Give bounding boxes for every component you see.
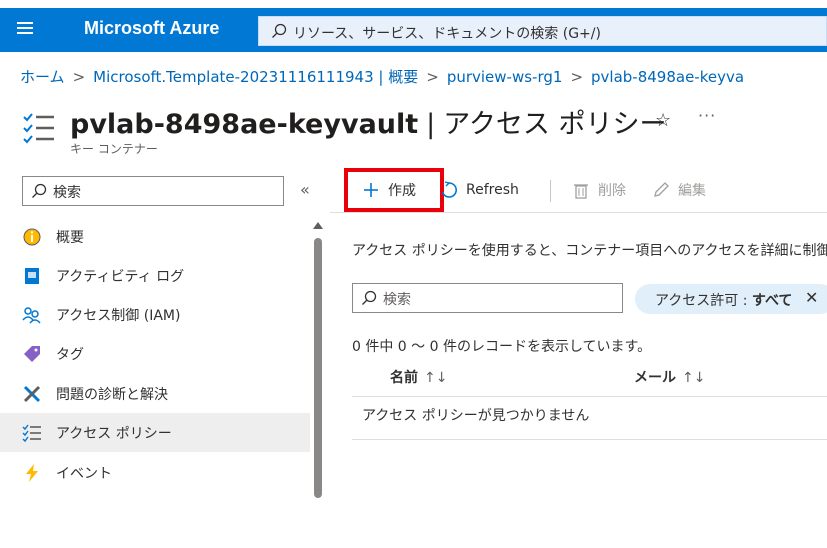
create-label: 作成	[388, 183, 416, 199]
sidebar-item-access-policies[interactable]: アクセス ポリシー	[0, 413, 310, 452]
page-name: アクセス ポリシー	[443, 109, 667, 140]
plus-icon	[364, 183, 378, 197]
sort-icon: ↑↓	[682, 370, 706, 386]
chevron-right-icon: >	[570, 68, 584, 86]
permission-filter-pill[interactable]: アクセス許可 : すべて ✕	[635, 284, 827, 314]
sidebar-item-iam[interactable]: アクセス制御 (IAM)	[0, 295, 310, 334]
edit-button[interactable]: 編集	[652, 168, 706, 212]
search-icon	[32, 183, 47, 198]
activity-log-icon	[25, 268, 39, 284]
global-search-input[interactable]: リソース、サービス、ドキュメントの検索 (G+/)	[258, 16, 827, 46]
sidebar-item-tags[interactable]: タグ	[0, 334, 310, 373]
refresh-button[interactable]: Refresh	[440, 168, 519, 212]
top-bar: Microsoft Azure リソース、サービス、ドキュメントの検索 (G+/…	[0, 0, 827, 52]
breadcrumb-resource-group[interactable]: purview-ws-rg1	[447, 68, 563, 86]
hamburger-icon[interactable]	[14, 19, 36, 41]
ellipsis-icon[interactable]: ···	[698, 106, 716, 125]
breadcrumb-deployment[interactable]: Microsoft.Template-20231116111943 | 概要	[93, 68, 418, 86]
sidebar-scrollbar[interactable]	[314, 238, 322, 498]
resource-name: pvlab-8498ae-keyvault	[70, 109, 419, 140]
sidebar-search-placeholder: 検索	[53, 185, 81, 201]
delete-button[interactable]: 削除	[572, 168, 626, 212]
brand-title[interactable]: Microsoft Azure	[84, 18, 219, 39]
sidebar-item-label: アクセス ポリシー	[56, 426, 172, 442]
column-header-name[interactable]: 名前 ↑↓	[390, 367, 447, 387]
delete-label: 削除	[598, 183, 626, 199]
filter-pill-value: すべて	[751, 293, 793, 309]
search-icon	[272, 23, 287, 38]
diagnose-icon	[23, 385, 41, 403]
breadcrumb: ホーム > Microsoft.Template-20231116111943 | …	[20, 66, 744, 87]
breadcrumb-keyvault[interactable]: pvlab-8498ae-keyva	[591, 68, 744, 86]
close-icon[interactable]: ✕	[805, 288, 818, 307]
star-icon[interactable]: ☆	[655, 110, 671, 131]
azure-header: Microsoft Azure リソース、サービス、ドキュメントの検索 (G+/…	[0, 8, 827, 52]
chevron-right-icon: >	[72, 68, 86, 86]
command-separator	[550, 180, 551, 202]
record-count: 0 件中 0 ～ 0 件のレコードを表示しています。	[352, 339, 652, 355]
title-separator: |	[426, 109, 436, 140]
sidebar-item-diagnose[interactable]: 問題の診断と解決	[0, 374, 310, 413]
create-button[interactable]: 作成	[344, 168, 444, 212]
sidebar-item-label: 問題の診断と解決	[56, 387, 168, 403]
tag-icon	[24, 346, 40, 362]
page-title: pvlab-8498ae-keyvault | アクセス ポリシー	[70, 102, 667, 141]
filter-pill-label: アクセス許可 :	[655, 293, 752, 309]
empty-message: アクセス ポリシーが見つかりません	[362, 408, 590, 424]
command-bar: 作成 Refresh 削除 編集	[340, 168, 827, 212]
column-header-label: メール	[634, 370, 676, 386]
sidebar-item-label: タグ	[56, 347, 84, 363]
lightning-icon	[26, 464, 38, 482]
scroll-up-arrow[interactable]	[313, 222, 323, 229]
table-header-divider	[352, 396, 827, 397]
description-text: アクセス ポリシーを使用すると、コンテナー項目へのアクセスを詳細に制御でき	[352, 243, 827, 259]
filter-pill-text: アクセス許可 : すべて	[655, 290, 792, 310]
resource-type: キー コンテナー	[70, 142, 158, 156]
sidebar-item-overview[interactable]: 概要	[0, 217, 310, 256]
overview-icon	[23, 228, 41, 246]
trash-icon	[574, 184, 588, 199]
sort-icon: ↑↓	[424, 370, 448, 386]
column-header-email[interactable]: メール ↑↓	[634, 367, 705, 387]
global-search-placeholder: リソース、サービス、ドキュメントの検索 (G+/)	[293, 26, 601, 42]
sidebar-item-label: 概要	[56, 230, 84, 246]
command-bar-divider	[330, 212, 827, 213]
iam-icon	[22, 307, 41, 324]
collapse-sidebar-icon[interactable]: «	[300, 180, 310, 199]
sidebar-item-label: アクセス制御 (IAM)	[56, 308, 181, 324]
sidebar-item-label: アクティビティ ログ	[56, 269, 185, 285]
sidebar-search-input[interactable]: 検索	[22, 176, 284, 206]
column-header-label: 名前	[390, 370, 418, 386]
search-icon	[362, 290, 377, 305]
policy-search-placeholder: 検索	[383, 292, 411, 308]
refresh-label: Refresh	[466, 182, 519, 198]
access-policies-icon	[22, 424, 41, 443]
table-row-divider	[352, 439, 827, 440]
chevron-right-icon: >	[426, 68, 439, 86]
sidebar-item-events[interactable]: イベント	[0, 453, 310, 492]
access-policies-icon	[23, 113, 54, 144]
sidebar-item-label: イベント	[56, 466, 112, 482]
pencil-icon	[654, 182, 669, 197]
policy-search-input[interactable]: 検索	[352, 283, 623, 313]
breadcrumb-home[interactable]: ホーム	[20, 68, 65, 86]
refresh-icon	[441, 181, 457, 198]
sidebar-item-activity-log[interactable]: アクティビティ ログ	[0, 256, 310, 295]
edit-label: 編集	[678, 183, 706, 199]
